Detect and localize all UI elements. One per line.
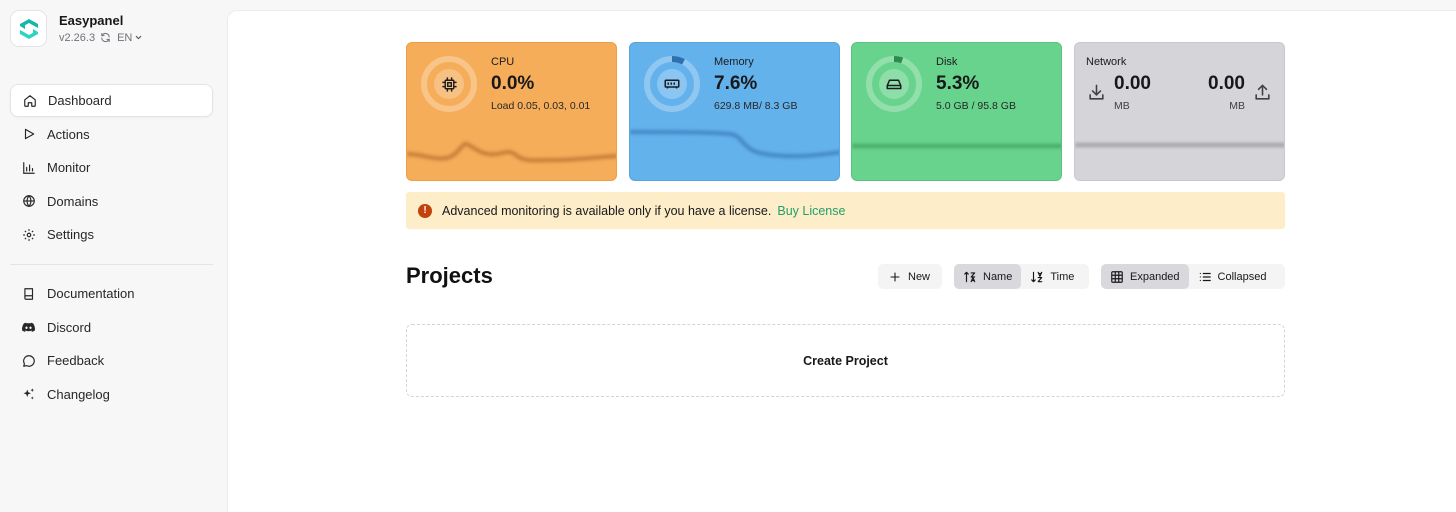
view-expanded-button[interactable]: Expanded bbox=[1101, 264, 1189, 289]
sidebar-item-discord[interactable]: Discord bbox=[10, 311, 213, 344]
discord-icon bbox=[21, 320, 36, 335]
cpu-chip-icon bbox=[441, 76, 457, 92]
sidebar-item-changelog[interactable]: Changelog bbox=[10, 378, 213, 411]
easypanel-logo-icon[interactable] bbox=[10, 10, 47, 47]
sort-time-label: Time bbox=[1050, 270, 1075, 283]
network-card[interactable]: Network 0.00 MB 0.00 MB bbox=[1074, 42, 1285, 181]
sparkles-icon bbox=[21, 387, 36, 402]
primary-nav: Dashboard Actions Monitor Domains Settin… bbox=[10, 84, 213, 252]
sidebar: Easypanel v2.26.3 EN Dashboard Actions M… bbox=[0, 0, 227, 512]
expanded-label: Expanded bbox=[1130, 270, 1180, 283]
app-version: v2.26.3 bbox=[59, 31, 96, 44]
network-download-unit: MB bbox=[1114, 100, 1130, 112]
create-project-label: Create Project bbox=[803, 353, 888, 368]
sidebar-item-label: Changelog bbox=[47, 386, 110, 402]
projects-title: Projects bbox=[406, 263, 493, 288]
network-sparkline bbox=[1075, 143, 1284, 147]
warning-icon: ! bbox=[418, 203, 432, 218]
download-icon bbox=[1087, 83, 1106, 107]
memory-card[interactable]: Memory 7.6% 629.8 MB/ 8.3 GB bbox=[629, 42, 840, 181]
disk-title: Disk bbox=[936, 56, 958, 68]
brand: Easypanel v2.26.3 EN bbox=[10, 10, 143, 47]
cpu-title: CPU bbox=[491, 56, 515, 68]
memory-value: 7.6% bbox=[714, 73, 758, 94]
license-alert: ! Advanced monitoring is available only … bbox=[406, 192, 1285, 229]
cpu-gauge bbox=[420, 55, 478, 113]
play-icon bbox=[21, 127, 36, 142]
memory-sparkline bbox=[630, 130, 839, 159]
stats-cards: CPU 0.0% Load 0.05, 0.03, 0.01 Memory 7.… bbox=[406, 42, 1285, 181]
sidebar-item-label: Documentation bbox=[47, 286, 135, 301]
cpu-card[interactable]: CPU 0.0% Load 0.05, 0.03, 0.01 bbox=[406, 42, 617, 181]
network-upload-unit: MB bbox=[1229, 100, 1245, 112]
plus-icon bbox=[889, 271, 901, 283]
list-icon bbox=[1198, 270, 1212, 284]
bar-chart-icon bbox=[21, 160, 36, 175]
memory-module-icon bbox=[664, 79, 680, 89]
sidebar-item-monitor[interactable]: Monitor bbox=[10, 151, 213, 184]
refresh-icon[interactable] bbox=[100, 32, 111, 43]
grid-icon bbox=[1110, 270, 1124, 284]
gear-icon bbox=[21, 227, 36, 242]
sidebar-divider bbox=[10, 264, 213, 265]
sidebar-item-settings[interactable]: Settings bbox=[10, 218, 213, 251]
cpu-value: 0.0% bbox=[491, 73, 535, 94]
sidebar-item-dashboard[interactable]: Dashboard bbox=[10, 84, 213, 117]
book-icon bbox=[21, 286, 36, 301]
buy-license-link[interactable]: Buy License bbox=[777, 204, 845, 218]
sort-by-time-button[interactable]: Time bbox=[1021, 264, 1083, 289]
collapsed-label: Collapsed bbox=[1217, 270, 1267, 283]
new-project-button[interactable]: New bbox=[878, 264, 942, 289]
sidebar-item-label: Actions bbox=[47, 126, 90, 142]
chevron-down-icon bbox=[136, 35, 142, 40]
hard-drive-icon bbox=[886, 79, 902, 90]
sidebar-item-domains[interactable]: Domains bbox=[10, 185, 213, 218]
sidebar-item-label: Settings bbox=[47, 227, 94, 242]
cpu-load: Load 0.05, 0.03, 0.01 bbox=[491, 100, 591, 112]
disk-value: 5.3% bbox=[936, 73, 980, 94]
language-selector[interactable]: EN bbox=[117, 31, 143, 45]
sidebar-item-label: Feedback bbox=[47, 353, 105, 368]
network-title: Network bbox=[1086, 56, 1127, 68]
sort-by-name-button[interactable]: Name bbox=[954, 264, 1022, 289]
network-upload-value: 0.00 bbox=[1208, 73, 1245, 94]
memory-usage: 629.8 MB/ 8.3 GB bbox=[714, 100, 798, 112]
sort-time-icon bbox=[1030, 270, 1044, 284]
disk-gauge bbox=[865, 55, 923, 113]
memory-title: Memory bbox=[714, 56, 754, 68]
disk-card[interactable]: Disk 5.3% 5.0 GB / 95.8 GB bbox=[851, 42, 1062, 181]
home-icon bbox=[22, 93, 37, 108]
disk-usage: 5.0 GB / 95.8 GB bbox=[936, 100, 1016, 112]
secondary-nav: Documentation Discord Feedback Changelog bbox=[10, 277, 213, 411]
view-collapsed-button[interactable]: Collapsed bbox=[1189, 264, 1276, 289]
sidebar-item-actions[interactable]: Actions bbox=[10, 118, 213, 151]
alert-message: Advanced monitoring is available only if… bbox=[442, 203, 772, 218]
sidebar-item-documentation[interactable]: Documentation bbox=[10, 277, 213, 310]
sidebar-item-label: Domains bbox=[47, 193, 99, 209]
view-toggle: Expanded Collapsed bbox=[1101, 264, 1285, 289]
sidebar-item-label: Discord bbox=[47, 319, 92, 335]
main-content: CPU 0.0% Load 0.05, 0.03, 0.01 Memory 7.… bbox=[227, 10, 1456, 512]
cpu-sparkline bbox=[407, 141, 616, 163]
sort-toggle: Name Time bbox=[954, 264, 1089, 289]
sidebar-item-feedback[interactable]: Feedback bbox=[10, 344, 213, 377]
disk-sparkline bbox=[852, 144, 1061, 148]
app-name: Easypanel bbox=[59, 12, 124, 28]
sidebar-item-label: Dashboard bbox=[48, 93, 112, 108]
memory-gauge bbox=[643, 55, 701, 113]
sidebar-item-label: Monitor bbox=[47, 160, 91, 175]
sort-alpha-icon bbox=[963, 270, 977, 284]
upload-icon bbox=[1253, 83, 1272, 107]
chat-bubble-icon bbox=[21, 353, 36, 368]
network-download-value: 0.00 bbox=[1114, 73, 1151, 94]
create-project-button[interactable]: Create Project bbox=[406, 324, 1285, 397]
new-button-label: New bbox=[908, 270, 931, 283]
sort-name-label: Name bbox=[983, 270, 1013, 283]
globe-icon bbox=[21, 194, 36, 209]
language-label: EN bbox=[117, 31, 133, 44]
